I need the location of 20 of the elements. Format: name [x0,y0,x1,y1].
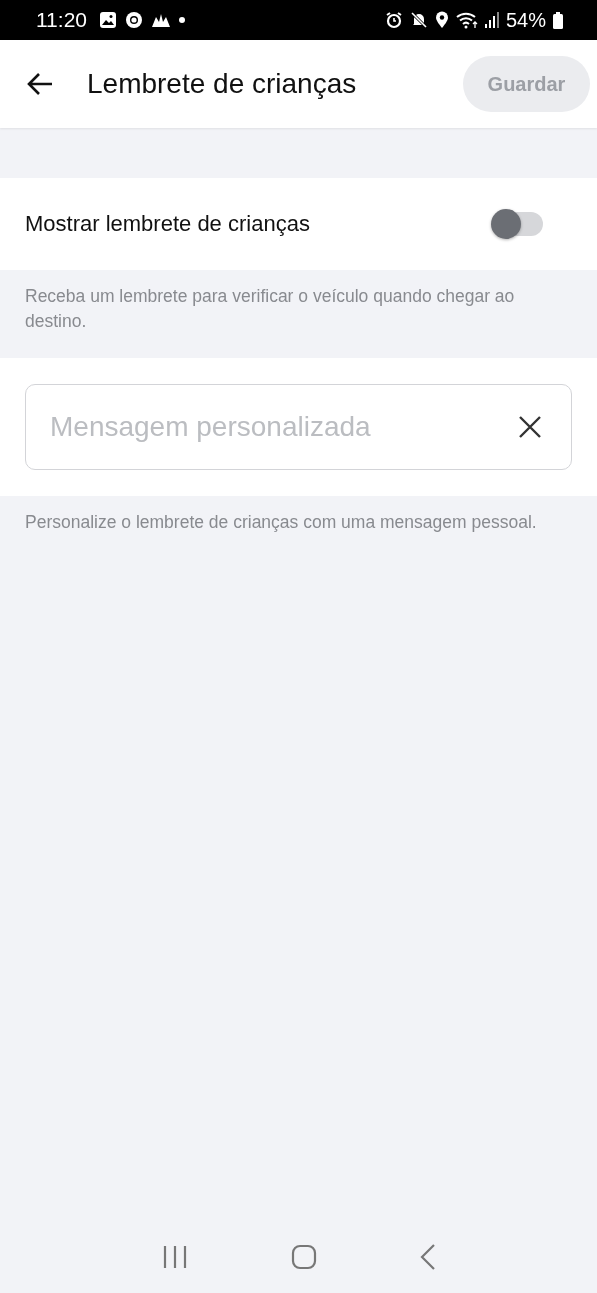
mute-icon [409,11,428,29]
toggle-label: Mostrar lembrete de crianças [25,211,310,237]
alarm-icon [384,11,403,29]
dot-icon [179,17,185,23]
recents-icon[interactable] [161,1245,188,1269]
back-icon[interactable] [419,1244,436,1270]
signal-icon [484,12,499,28]
location-icon [434,11,449,29]
status-time: 11:20 [36,8,87,32]
battery-icon [553,11,563,29]
page-title: Lembrete de crianças [87,68,358,100]
hint-text: Personalize o lembrete de crianças com uma mensagem pessoal. [24,511,538,534]
home-icon[interactable] [290,1244,317,1270]
gallery-icon [99,11,117,29]
battery-percent: 54% [505,8,546,32]
wifi-icon [455,11,478,29]
message-field[interactable]: Mensagem personalizada [25,384,572,470]
toggle-switch[interactable] [493,212,543,236]
clear-icon[interactable] [518,415,542,439]
description-text: Receba um lembrete para verificar o veículo quando chegar ao destino. [24,285,516,333]
